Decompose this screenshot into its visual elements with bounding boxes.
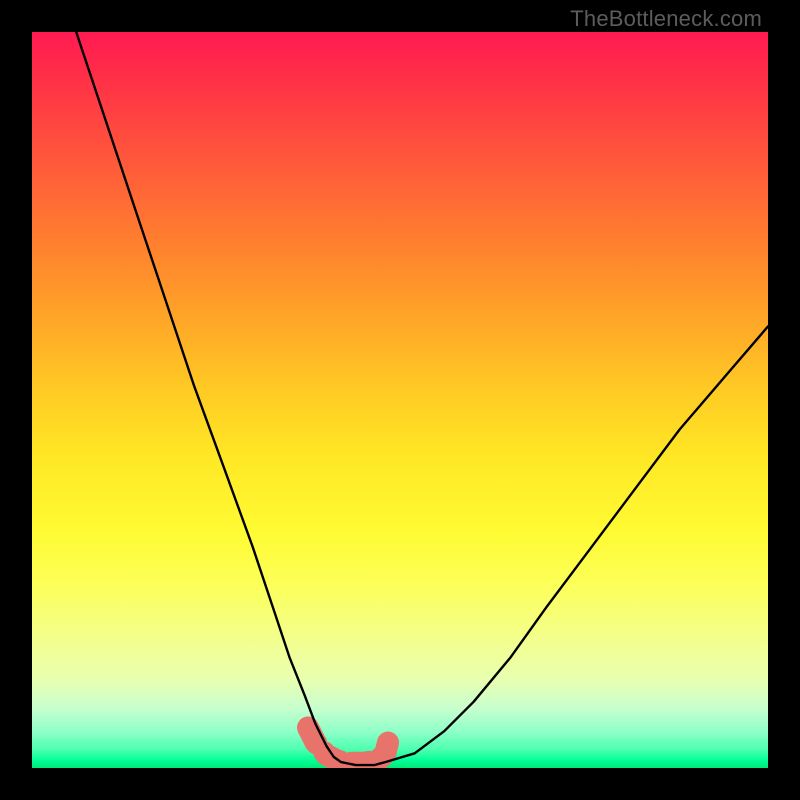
watermark-text: TheBottleneck.com [570,6,762,32]
curves-svg [32,32,768,768]
plot-area [32,32,768,768]
bottleneck-curve [76,32,768,765]
chart-frame: TheBottleneck.com [0,0,800,800]
